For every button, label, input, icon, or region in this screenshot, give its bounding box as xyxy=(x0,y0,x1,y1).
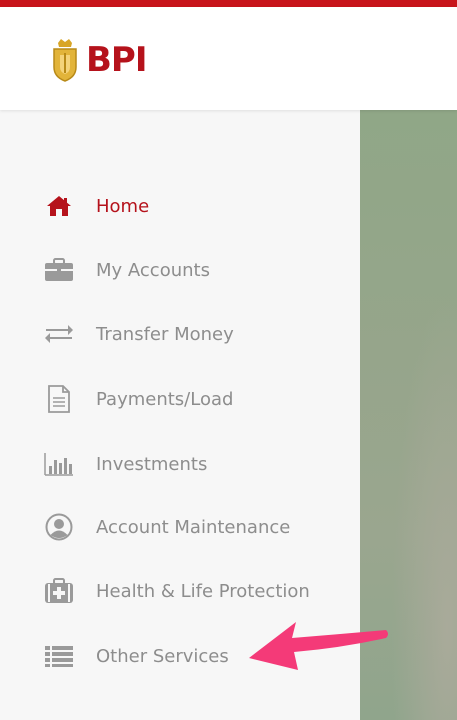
nav-label-account-maintenance: Account Maintenance xyxy=(96,516,291,538)
brand-name: BPI xyxy=(86,40,147,80)
nav-label-other-services: Other Services xyxy=(96,645,229,667)
crest-icon xyxy=(53,39,77,82)
nav-item-investments[interactable]: Investments xyxy=(0,439,360,489)
list-icon xyxy=(44,641,74,671)
nav-label-home: Home xyxy=(96,195,150,217)
nav-label-health-life-protection: Health & Life Protection xyxy=(96,580,310,602)
user-circle-icon xyxy=(44,512,74,542)
transfer-arrows-icon xyxy=(44,319,74,349)
nav-item-home[interactable]: Home xyxy=(0,181,360,231)
nav-item-account-maintenance[interactable]: Account Maintenance xyxy=(0,502,360,552)
app-header: BPI xyxy=(0,7,457,110)
nav-label-payments-load: Payments/Load xyxy=(96,388,234,410)
nav-item-payments-load[interactable]: Payments/Load xyxy=(0,374,360,424)
nav-item-my-accounts[interactable]: My Accounts xyxy=(0,245,360,295)
nav-label-transfer-money: Transfer Money xyxy=(96,323,234,345)
pointer-arrow-annotation xyxy=(249,622,388,670)
briefcase-icon xyxy=(44,255,74,285)
bar-chart-icon xyxy=(44,449,74,479)
top-accent-bar xyxy=(0,0,457,7)
nav-item-transfer-money[interactable]: Transfer Money xyxy=(0,309,360,359)
document-icon xyxy=(44,384,74,414)
bpi-logo[interactable]: BPI xyxy=(50,35,147,85)
medical-kit-icon xyxy=(44,576,74,606)
nav-label-investments: Investments xyxy=(96,453,208,475)
home-icon xyxy=(44,191,74,221)
nav-label-my-accounts: My Accounts xyxy=(96,259,210,281)
nav-item-health-life-protection[interactable]: Health & Life Protection xyxy=(0,566,360,616)
